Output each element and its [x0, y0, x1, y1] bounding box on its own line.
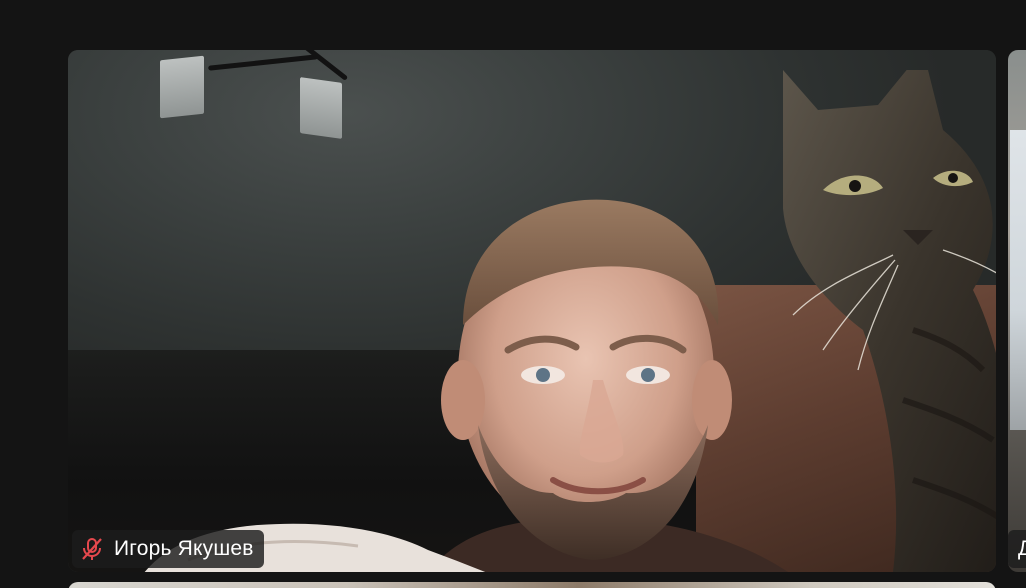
participant-name: Игорь Якушев — [114, 537, 254, 560]
video-tile-right[interactable]: Д — [1008, 50, 1026, 572]
participant-name-label-right: Д — [1008, 530, 1026, 568]
participant-name-label: Игорь Якушев — [72, 530, 264, 568]
cat-figure — [783, 70, 996, 572]
video-feed — [68, 50, 996, 572]
video-tile-bottom[interactable] — [68, 582, 996, 588]
video-gallery: Игорь Якушев Д — [0, 0, 1026, 588]
mic-muted-icon — [78, 535, 106, 563]
background-window — [1010, 130, 1026, 430]
video-tile-main[interactable]: Игорь Якушев — [68, 50, 996, 572]
